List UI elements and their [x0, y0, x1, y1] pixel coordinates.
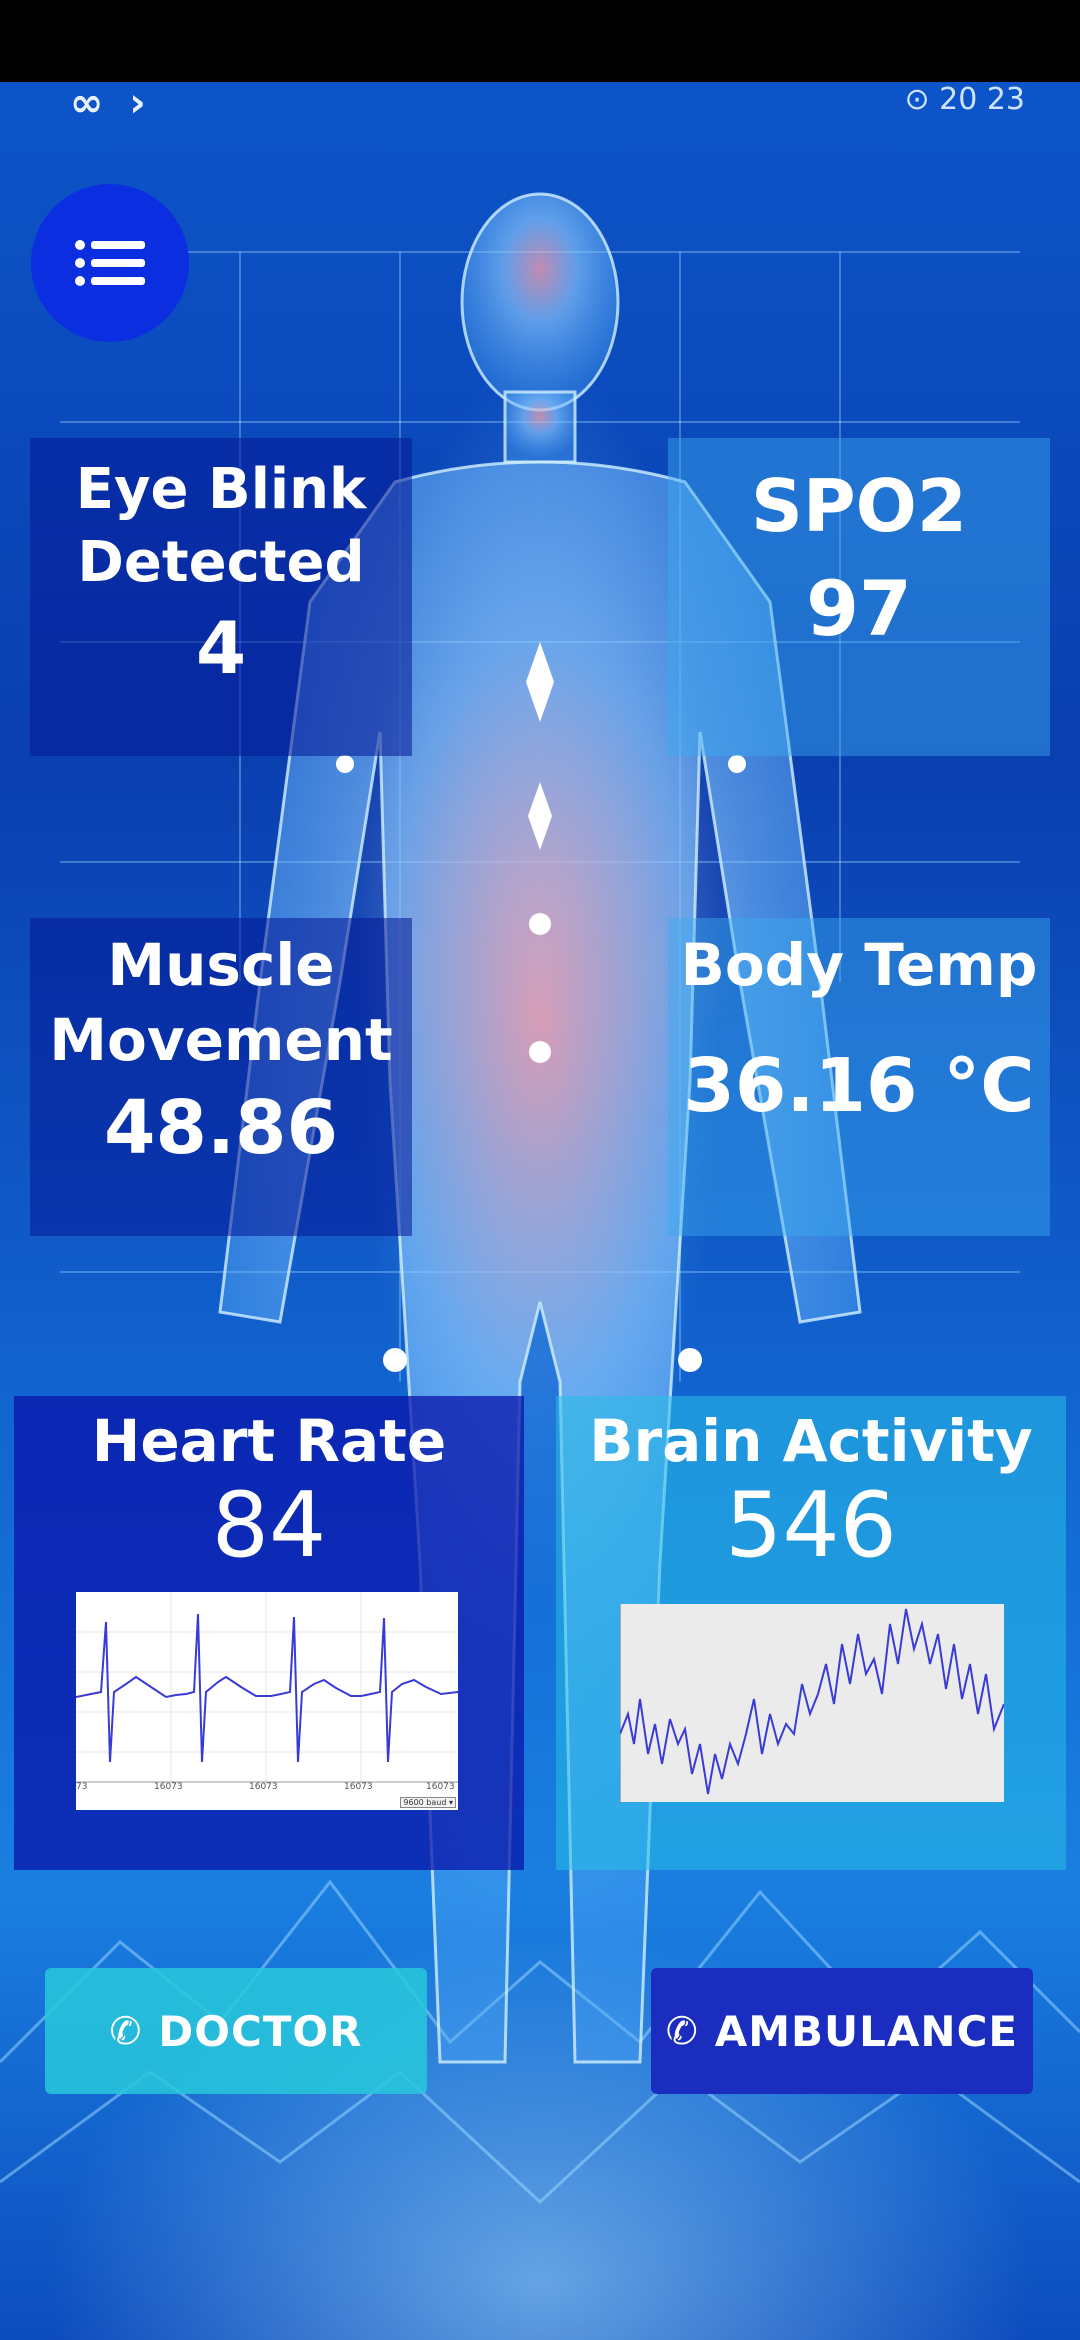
ecg-tick-0: 73 — [76, 1782, 88, 1792]
spo2-card: SPO2 97 — [668, 438, 1050, 756]
ecg-tick-4: 16073 — [426, 1782, 455, 1792]
eye-blink-title-line1: Eye Blink — [75, 457, 367, 522]
body-temp-value: 36.16 °C — [683, 1043, 1035, 1130]
list-icon — [75, 240, 145, 286]
eeg-plot — [619, 1604, 1005, 1802]
call-ambulance-button[interactable]: ✆ AMBULANCE — [651, 1968, 1033, 2094]
heart-rate-value: 84 — [211, 1473, 327, 1579]
brain-activity-value: 546 — [725, 1473, 897, 1579]
brain-activity-title: Brain Activity — [589, 1407, 1033, 1475]
body-temp-card: Body Temp 36.16 °C — [668, 918, 1050, 1236]
brain-activity-card: Brain Activity 546 — [556, 1396, 1066, 1870]
baud-dropdown-value: 9600 baud — [403, 1798, 447, 1807]
call-doctor-button[interactable]: ✆ DOCTOR — [45, 1968, 427, 2094]
baud-dropdown[interactable]: 9600 baud ▾ — [400, 1797, 456, 1808]
ecg-plot: 73 16073 16073 16073 16073 9600 baud ▾ — [75, 1592, 459, 1810]
muscle-title-line2: Movement — [49, 1006, 393, 1075]
doctor-button-label: DOCTOR — [158, 2006, 363, 2056]
phone-icon: ✆ — [665, 2009, 699, 2053]
muscle-value: 48.86 — [103, 1084, 339, 1171]
status-bar-left-icons: ∞ › — [70, 80, 152, 126]
status-bar-right-text: ⊙ 20 23 — [904, 82, 1025, 117]
ecg-tick-1: 16073 — [154, 1782, 183, 1792]
muscle-title-line1: Muscle — [107, 931, 335, 999]
spo2-value: 97 — [806, 563, 912, 653]
heart-rate-title: Heart Rate — [91, 1407, 447, 1475]
spo2-title: SPO2 — [751, 464, 967, 548]
eye-blink-value: 4 — [195, 605, 247, 690]
ecg-tick-3: 16073 — [344, 1782, 373, 1792]
body-temp-title: Body Temp — [680, 931, 1038, 999]
status-bar-black — [0, 0, 1080, 82]
ambulance-button-label: AMBULANCE — [714, 2006, 1019, 2056]
eye-blink-card: Eye Blink Detected 4 — [30, 438, 412, 756]
phone-icon: ✆ — [109, 2009, 143, 2053]
ecg-tick-2: 16073 — [249, 1782, 278, 1792]
eye-blink-title-line2: Detected — [77, 529, 365, 595]
muscle-movement-card: Muscle Movement 48.86 — [30, 918, 412, 1236]
menu-button[interactable] — [31, 184, 189, 342]
heart-rate-card: Heart Rate 84 73 16073 16073 16073 16073… — [14, 1396, 524, 1870]
